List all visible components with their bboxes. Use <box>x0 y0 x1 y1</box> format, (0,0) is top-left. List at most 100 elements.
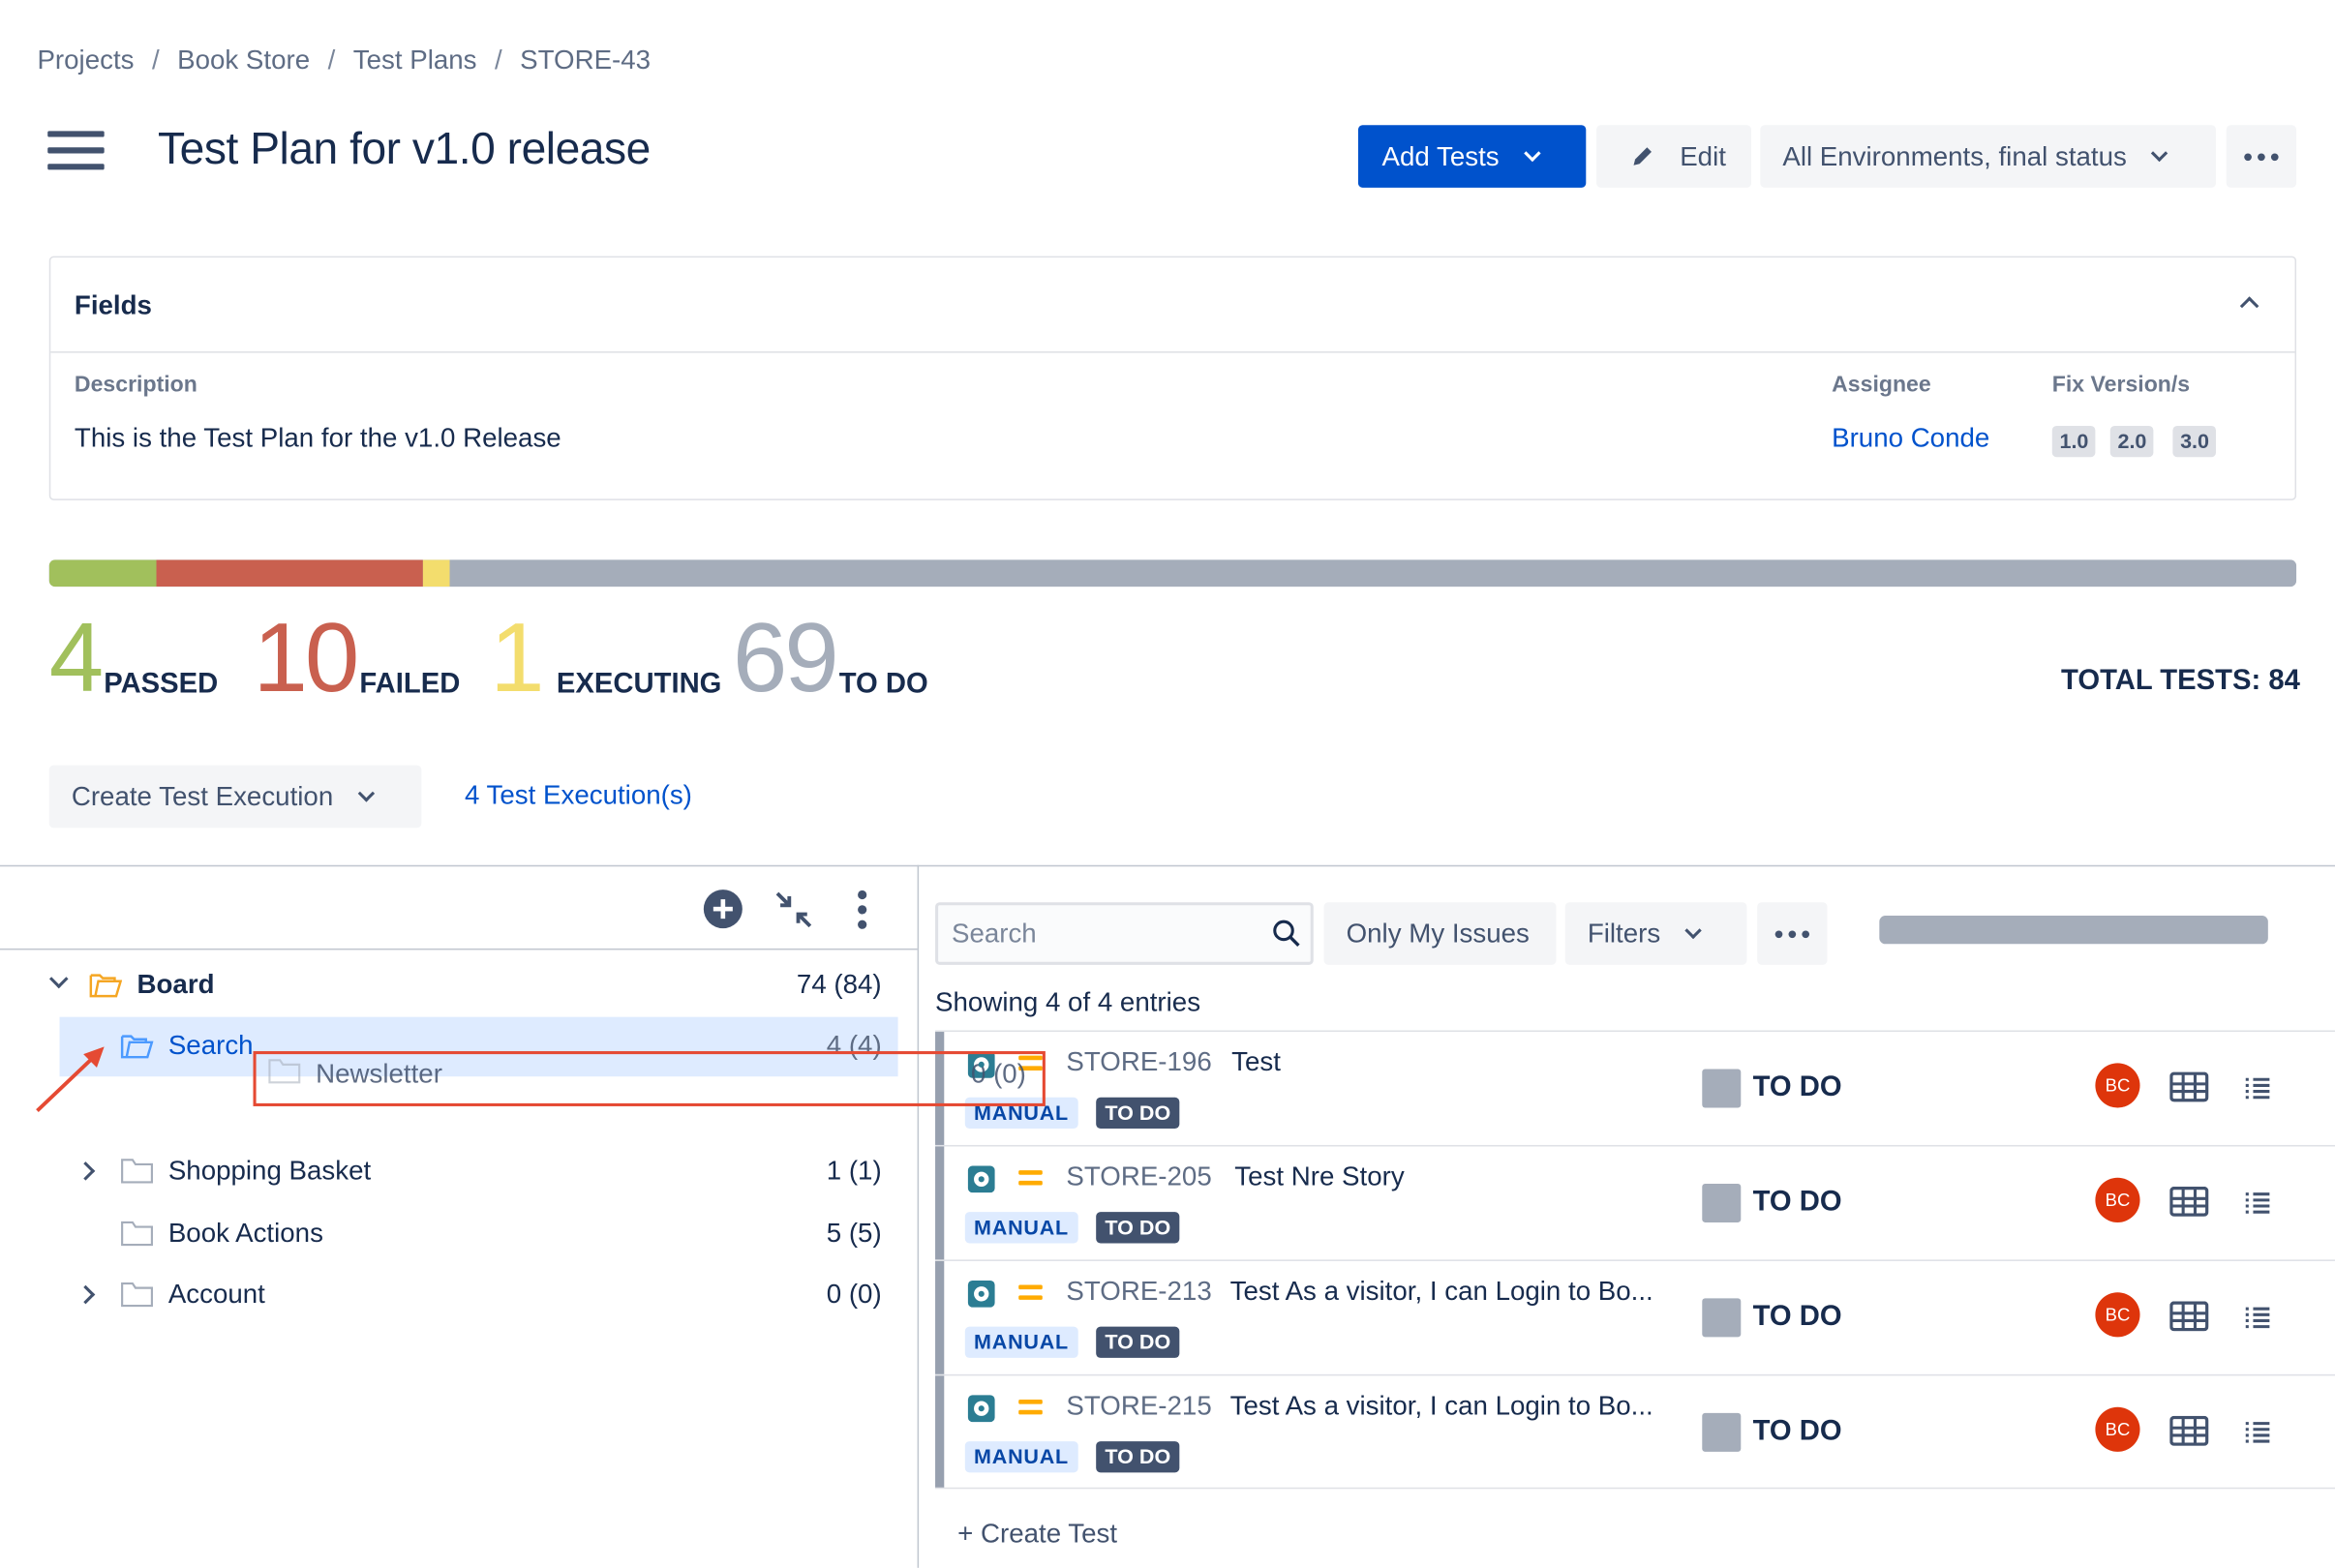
tree-item-book-actions[interactable]: Book Actions 5 (5) <box>0 1204 918 1264</box>
breadcrumb-projects[interactable]: Projects <box>37 45 134 75</box>
tree-item-board[interactable]: Board 74 (84) <box>0 956 918 1016</box>
stat-passed: 4 PASSED <box>49 608 219 707</box>
folder-icon <box>121 1221 154 1247</box>
chevron-up-icon[interactable] <box>2239 296 2259 316</box>
issue-key-link[interactable]: STORE-213 <box>1066 1276 1211 1307</box>
avatar[interactable]: BC <box>2095 1063 2140 1108</box>
test-row[interactable]: STORE-196 Test MANUAL TO DO TO DO BC <box>935 1030 2335 1145</box>
executing-count: 1 <box>490 601 544 712</box>
grid-icon[interactable] <box>2169 1187 2209 1217</box>
failed-count: 10 <box>253 601 360 712</box>
tree-item-account[interactable]: Account 0 (0) <box>0 1266 918 1326</box>
list-icon[interactable] <box>2244 1421 2271 1445</box>
filters-button[interactable]: Filters <box>1564 902 1747 965</box>
fields-title: Fields <box>74 289 152 320</box>
chevron-down-icon[interactable] <box>48 969 69 989</box>
search-input[interactable]: Search <box>935 902 1314 965</box>
status-strip <box>935 1375 945 1488</box>
edit-button[interactable]: Edit <box>1596 125 1752 188</box>
environment-select[interactable]: All Environments, final status <box>1760 125 2216 188</box>
tree-item-label: Account <box>167 1279 265 1310</box>
create-test-execution-label: Create Test Execution <box>71 780 334 811</box>
grid-icon[interactable] <box>2169 1415 2209 1446</box>
fix-version-badge[interactable]: 3.0 <box>2172 425 2217 458</box>
test-executions-link[interactable]: 4 Test Execution(s) <box>465 780 692 811</box>
description-label: Description <box>74 372 197 398</box>
tests-more-button[interactable] <box>1757 902 1828 965</box>
breadcrumb-test-plans[interactable]: Test Plans <box>353 45 477 75</box>
issue-summary[interactable]: Test Nre Story <box>1234 1161 1404 1192</box>
manual-test-icon <box>967 1165 995 1193</box>
stat-executing: 1 EXECUTING <box>490 601 721 712</box>
chevron-down-icon <box>1684 920 1702 939</box>
folder-open-icon <box>120 1034 154 1059</box>
progress-segment-executing <box>423 559 451 588</box>
todo-count: 69 <box>732 601 839 712</box>
failed-label: FAILED <box>359 668 461 701</box>
total-tests: TOTAL TESTS: 84 <box>2061 665 2300 697</box>
test-status: TO DO <box>1752 1071 1842 1103</box>
assignee-link[interactable]: Bruno Conde <box>1832 423 1989 454</box>
tree-item-shopping-basket[interactable]: Shopping Basket 1 (1) <box>0 1142 918 1202</box>
progress-bar <box>48 559 2297 588</box>
manual-test-icon <box>967 1280 995 1308</box>
tree-toolbar-divider <box>0 948 918 950</box>
issue-key-link[interactable]: STORE-205 <box>1066 1161 1211 1192</box>
search-icon[interactable] <box>1272 919 1302 949</box>
breadcrumb-issue-key[interactable]: STORE-43 <box>520 45 651 75</box>
showing-entries: Showing 4 of 4 entries <box>935 986 1201 1017</box>
issue-summary[interactable]: Test <box>1231 1046 1281 1077</box>
stat-failed: 10 FAILED <box>253 601 461 712</box>
avatar[interactable]: BC <box>2095 1406 2140 1452</box>
issue-summary[interactable]: Test As a visitor, I can Login to Bo... <box>1230 1391 1653 1422</box>
fields-header[interactable]: Fields <box>50 257 2295 353</box>
collapse-icon[interactable] <box>774 890 813 929</box>
test-row[interactable]: STORE-215 Test As a visitor, I can Login… <box>935 1373 2335 1490</box>
chevron-down-icon <box>2151 143 2168 162</box>
chevron-right-icon[interactable] <box>76 1161 96 1181</box>
test-status: TO DO <box>1752 1187 1842 1219</box>
test-row[interactable]: STORE-213 Test As a visitor, I can Login… <box>935 1259 2335 1374</box>
list-icon[interactable] <box>2244 1076 2271 1101</box>
status-color-icon <box>1702 1298 1742 1338</box>
issue-key-link[interactable]: STORE-196 <box>1066 1046 1211 1077</box>
status-strip <box>935 1260 945 1374</box>
avatar[interactable]: BC <box>2095 1177 2140 1222</box>
fix-version-badge[interactable]: 1.0 <box>2051 425 2097 458</box>
add-folder-icon[interactable] <box>703 889 743 929</box>
avatar[interactable]: BC <box>2095 1292 2140 1338</box>
priority-medium-icon <box>1018 1170 1043 1191</box>
issue-status-badge: TO DO <box>1096 1212 1180 1244</box>
issue-summary[interactable]: Test As a visitor, I can Login to Bo... <box>1230 1276 1653 1307</box>
grid-icon[interactable] <box>2169 1071 2209 1102</box>
test-type-badge: MANUAL <box>964 1212 1078 1244</box>
vertical-more-icon[interactable] <box>857 890 868 929</box>
only-my-issues-button[interactable]: Only My Issues <box>1323 902 1557 965</box>
tree-item-count: 1 (1) <box>826 1155 882 1186</box>
test-row[interactable]: STORE-205 Test Nre Story MANUAL TO DO TO… <box>935 1144 2335 1260</box>
status-strip <box>935 1146 945 1260</box>
panel-divider <box>917 864 920 1568</box>
add-tests-button[interactable]: Add Tests <box>1357 125 1587 188</box>
create-test-link[interactable]: + Create Test <box>957 1519 1117 1550</box>
hamburger-icon[interactable] <box>47 131 105 175</box>
breadcrumb-book-store[interactable]: Book Store <box>177 45 310 75</box>
list-icon[interactable] <box>2244 1191 2271 1216</box>
create-test-execution-button[interactable]: Create Test Execution <box>48 765 422 829</box>
tests-progress-bar <box>1879 916 2268 945</box>
list-icon[interactable] <box>2244 1306 2271 1330</box>
priority-medium-icon <box>1018 1284 1043 1307</box>
app-window: Projects / Book Store / Test Plans / STORE-43 … <box>0 0 2335 1568</box>
progress-segment-to-do <box>450 559 2297 588</box>
grid-icon[interactable] <box>2169 1301 2209 1332</box>
fix-version-badge[interactable]: 2.0 <box>2109 425 2155 458</box>
test-type-badge: MANUAL <box>964 1326 1078 1358</box>
fields-panel: Fields Description This is the Test Plan… <box>48 256 2297 500</box>
tree-item-count: 0 (0) <box>826 1279 882 1310</box>
fix-version-label: Fix Version/s <box>2051 372 2191 398</box>
more-actions-button[interactable] <box>2226 125 2297 188</box>
breadcrumb-separator: / <box>494 45 502 75</box>
issue-key-link[interactable]: STORE-215 <box>1066 1391 1211 1422</box>
chevron-right-icon[interactable] <box>76 1284 96 1305</box>
tree-item-label: Search <box>167 1030 254 1061</box>
